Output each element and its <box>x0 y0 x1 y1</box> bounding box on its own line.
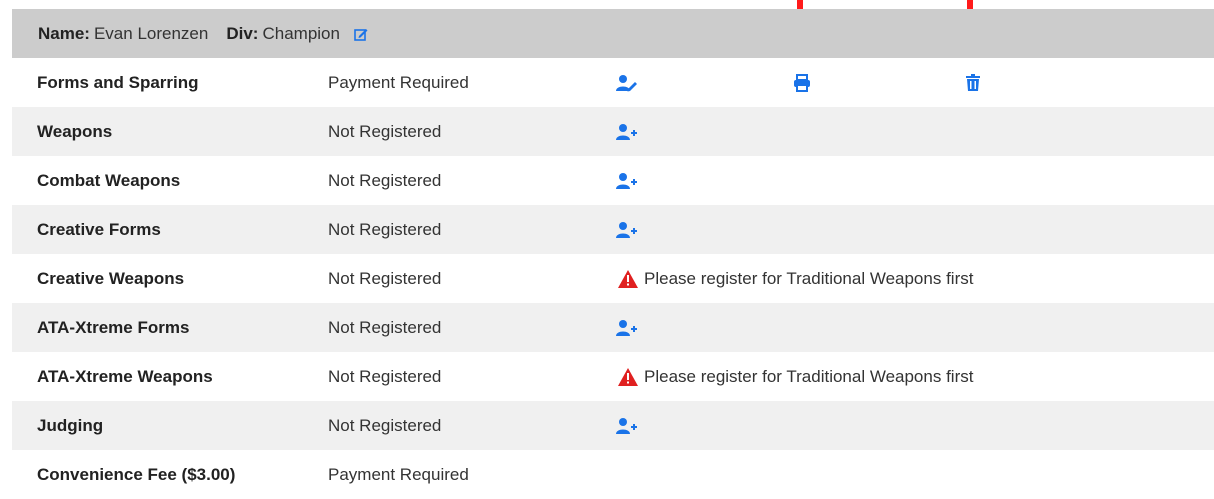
trash-icon[interactable] <box>965 73 981 92</box>
event-row: ATA-Xtreme Weapons Not Registered Please… <box>12 352 1214 401</box>
warning-text: Please register for Traditional Weapons … <box>644 366 974 386</box>
name-label: Name: <box>38 23 90 43</box>
add-user-icon[interactable] <box>616 172 638 190</box>
event-name: ATA-Xtreme Forms <box>37 317 190 337</box>
div-value: Champion <box>262 23 340 43</box>
warning-icon <box>618 367 638 386</box>
event-name: Creative Weapons <box>37 268 185 288</box>
print-icon[interactable] <box>793 73 811 92</box>
prerequisite-warning: Please register for Traditional Weapons … <box>618 367 973 387</box>
event-name: Weapons <box>37 121 113 141</box>
event-row: ATA-Xtreme Forms Not Registered <box>12 303 1214 352</box>
event-name: Forms and Sparring <box>37 72 199 92</box>
edit-icon[interactable] <box>354 27 368 41</box>
registration-status: Not Registered <box>328 121 442 141</box>
event-row: Combat Weapons Not Registered <box>12 156 1214 205</box>
registration-status: Not Registered <box>328 317 442 337</box>
add-user-icon[interactable] <box>616 221 638 239</box>
add-user-icon[interactable] <box>616 319 638 337</box>
event-row: Convenience Fee ($3.00) Payment Required <box>12 450 1214 499</box>
registration-panel: Name: Evan Lorenzen Div: Champion Forms … <box>12 9 1214 499</box>
event-name: ATA-Xtreme Weapons <box>37 366 213 386</box>
event-name: Creative Forms <box>37 219 161 239</box>
name-value: Evan Lorenzen <box>93 23 209 43</box>
event-row: Judging Not Registered <box>12 401 1214 450</box>
warning-icon <box>618 269 638 288</box>
event-row: Forms and Sparring Payment Required <box>12 58 1214 107</box>
registration-status: Not Registered <box>328 366 442 386</box>
registration-status: Not Registered <box>328 415 442 435</box>
event-name: Convenience Fee ($3.00) <box>37 464 236 484</box>
registration-status: Payment Required <box>328 72 469 92</box>
edit-user-icon[interactable] <box>616 74 638 92</box>
event-name: Combat Weapons <box>37 170 181 190</box>
add-user-icon[interactable] <box>616 417 638 435</box>
registration-status: Not Registered <box>328 170 442 190</box>
registration-status: Not Registered <box>328 268 442 288</box>
event-row: Weapons Not Registered <box>12 107 1214 156</box>
competitor-header: Name: Evan Lorenzen Div: Champion <box>12 9 1214 58</box>
event-row: Creative Weapons Not Registered Please r… <box>12 254 1214 303</box>
add-user-icon[interactable] <box>616 123 638 141</box>
registration-status: Not Registered <box>328 219 442 239</box>
event-name: Judging <box>37 415 104 435</box>
prerequisite-warning: Please register for Traditional Weapons … <box>618 269 973 289</box>
event-row: Creative Forms Not Registered <box>12 205 1214 254</box>
registration-status: Payment Required <box>328 464 469 484</box>
warning-text: Please register for Traditional Weapons … <box>644 268 974 288</box>
div-label: Div: <box>226 23 259 43</box>
